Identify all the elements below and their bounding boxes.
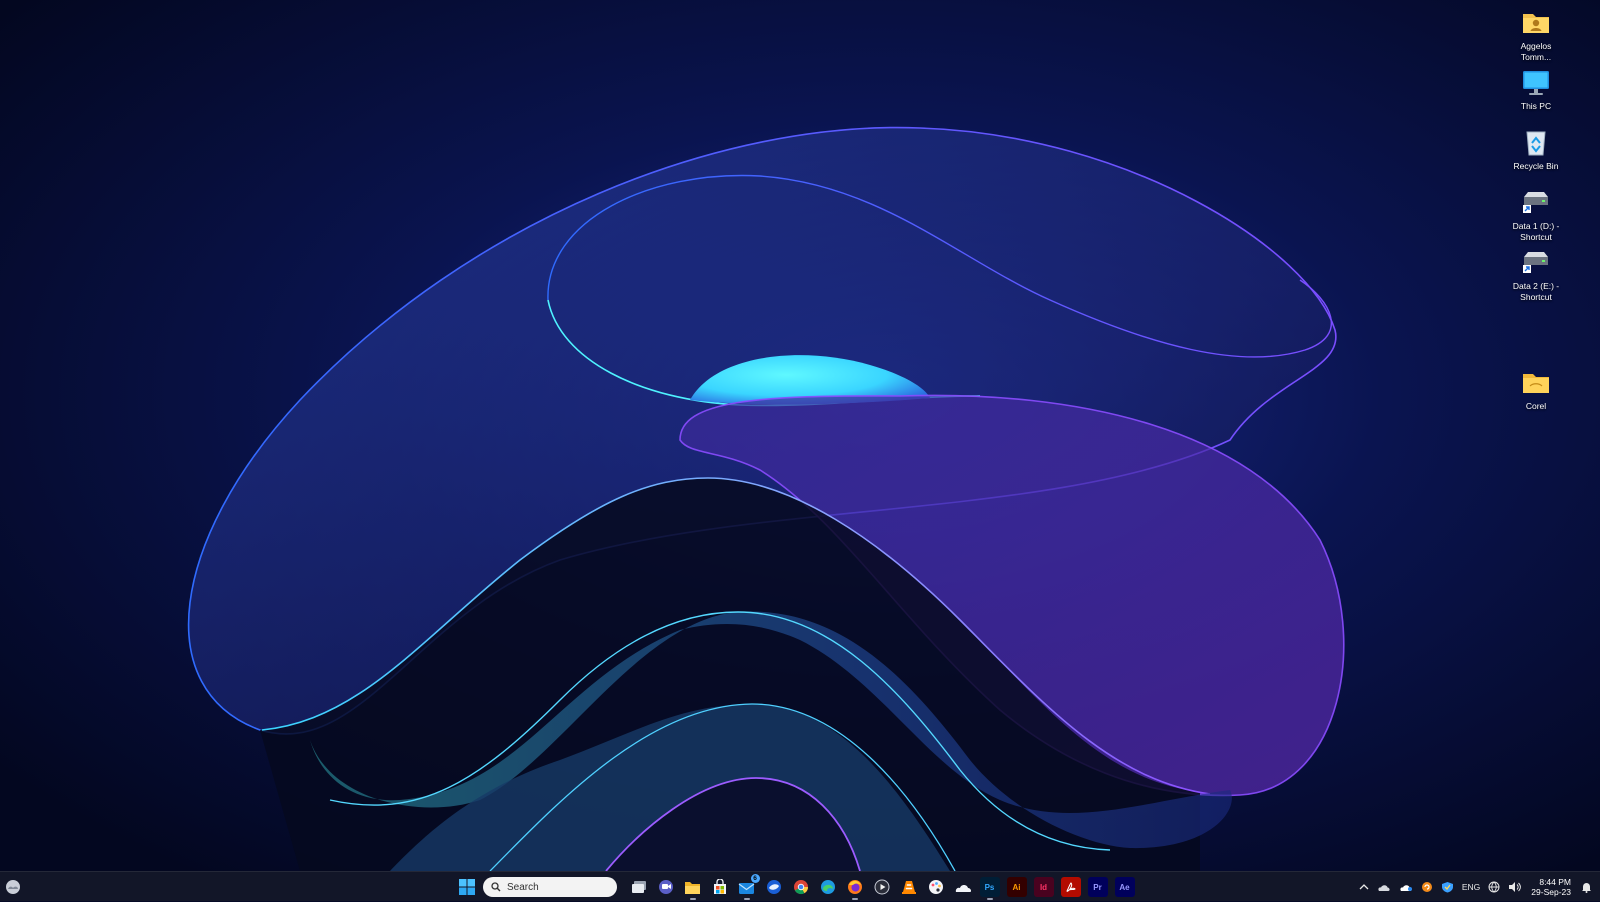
taskbar-app-file-explorer[interactable] <box>683 877 703 900</box>
taskbar: Search 6 Ps Ai Id Pr Ae ENG 8:44 PM 29-S… <box>0 871 1600 901</box>
notifications-button[interactable] <box>1581 881 1592 893</box>
desktop-icon-label: Data 2 (E:) - Shortcut <box>1512 281 1560 302</box>
taskbar-app-task-view[interactable] <box>629 877 649 897</box>
desktop-icon-label: Corel <box>1525 401 1547 411</box>
bell-icon <box>1582 883 1591 893</box>
monitor-icon <box>1523 71 1549 95</box>
after-effects-icon: Ae <box>1119 882 1130 892</box>
windows-logo-icon <box>459 879 475 895</box>
taskbar-app-photoshop[interactable]: Ps <box>979 877 1000 900</box>
taskbar-app-firefox[interactable] <box>845 877 865 900</box>
taskbar-app-teams-chat[interactable] <box>656 877 676 897</box>
folder-icon <box>1523 374 1549 393</box>
taskbar-app-media-player[interactable] <box>872 877 892 897</box>
edge-icon <box>820 880 835 894</box>
vlc-icon <box>901 881 916 894</box>
chevron-up-icon <box>1359 884 1369 890</box>
taskbar-app-chrome[interactable] <box>791 877 811 897</box>
tray-onedrive[interactable] <box>1377 882 1391 892</box>
desktop-icon-data-2-shortcut[interactable]: Data 2 (E:) - Shortcut <box>1505 246 1567 302</box>
onedrive-icon <box>1378 885 1390 891</box>
taskbar-app-thunderbird[interactable] <box>764 877 784 897</box>
store-icon <box>713 879 726 894</box>
taskbar-center: Search 6 Ps Ai Id Pr Ae <box>456 874 1138 900</box>
clock-time: 8:44 PM <box>1539 877 1571 887</box>
desktop-icon-label: Data 1 (D:) - Shortcut <box>1512 221 1560 242</box>
tray-app-blue[interactable] <box>1441 881 1454 893</box>
desktop-icon-label: Recycle Bin <box>1513 161 1559 171</box>
clock-date: 29-Sep-23 <box>1531 887 1571 897</box>
taskbar-app-paint[interactable] <box>926 877 946 897</box>
desktop-icon-corel[interactable]: Corel <box>1505 366 1567 412</box>
show-hidden-icons-button[interactable] <box>1359 883 1369 891</box>
taskbar-app-indesign[interactable]: Id <box>1033 877 1054 897</box>
speaker-icon <box>1509 882 1522 892</box>
tray-volume[interactable] <box>1508 881 1522 893</box>
chrome-icon <box>793 880 808 895</box>
indesign-icon: Id <box>1039 882 1048 892</box>
premiere-icon: Pr <box>1093 882 1102 892</box>
thunderbird-icon <box>766 880 781 894</box>
desktop-icon-data-1-shortcut[interactable]: Data 1 (D:) - Shortcut <box>1505 186 1567 242</box>
user-folder-icon <box>1523 14 1549 33</box>
folder-icon <box>685 881 700 894</box>
illustrator-icon: Ai <box>1012 882 1021 892</box>
taskbar-app-premiere[interactable]: Pr <box>1087 877 1108 897</box>
desktop-icon-label: This PC <box>1520 101 1552 111</box>
language-indicator[interactable]: ENG <box>1462 882 1480 892</box>
start-button[interactable] <box>456 876 478 898</box>
widgets-button[interactable] <box>4 878 22 896</box>
taskbar-app-acrobat[interactable] <box>1060 877 1081 897</box>
taskbar-clock[interactable]: 8:44 PM 29-Sep-23 <box>1531 877 1571 897</box>
taskbar-search-box[interactable]: Search <box>483 877 617 897</box>
taskbar-app-illustrator[interactable]: Ai <box>1006 877 1027 897</box>
system-tray: ENG 8:44 PM 29-Sep-23 <box>1355 872 1600 902</box>
recycle-bin-icon <box>1526 131 1546 156</box>
taskbar-app-microsoft-store[interactable] <box>710 877 730 897</box>
cloud-icon <box>955 885 971 892</box>
tray-onedrive-personal[interactable] <box>1399 882 1413 892</box>
search-icon <box>491 882 501 892</box>
taskbar-app-edge[interactable] <box>818 877 838 897</box>
desktop-wallpaper <box>0 0 1600 871</box>
desktop-icon-label: Aggelos Tomm... <box>1520 41 1552 62</box>
network-shield-icon <box>1441 882 1453 893</box>
update-icon <box>1421 882 1432 892</box>
desktop-icon-recycle-bin[interactable]: Recycle Bin <box>1505 126 1567 172</box>
desktop-icon-user-folder[interactable]: Aggelos Tomm... <box>1505 6 1567 62</box>
taskbar-app-cloud[interactable] <box>953 877 973 897</box>
tray-app-orange[interactable] <box>1421 881 1433 893</box>
media-player-icon <box>874 879 889 895</box>
weather-widget-icon <box>6 880 20 894</box>
desktop-icon-column: Aggelos Tomm... This PC Recycle Bin Data… <box>1470 0 1600 871</box>
mail-unread-badge: 6 <box>750 874 760 883</box>
firefox-icon <box>847 880 862 894</box>
taskbar-app-after-effects[interactable]: Ae <box>1114 877 1135 897</box>
palette-icon <box>928 880 943 894</box>
drive-shortcut-icon <box>1523 192 1548 213</box>
globe-icon <box>1488 881 1500 893</box>
search-placeholder: Search <box>507 881 539 893</box>
photoshop-icon: Ps <box>984 882 995 892</box>
desktop-icon-this-pc[interactable]: This PC <box>1505 66 1567 112</box>
tray-network[interactable] <box>1488 881 1500 893</box>
taskbar-app-mail[interactable]: 6 <box>737 874 760 900</box>
chat-icon <box>658 880 673 894</box>
task-view-icon <box>631 881 646 893</box>
taskbar-app-vlc[interactable] <box>899 877 919 897</box>
acrobat-icon <box>1065 882 1076 892</box>
cloud-sync-icon <box>1400 885 1412 891</box>
drive-shortcut-icon <box>1523 252 1548 273</box>
